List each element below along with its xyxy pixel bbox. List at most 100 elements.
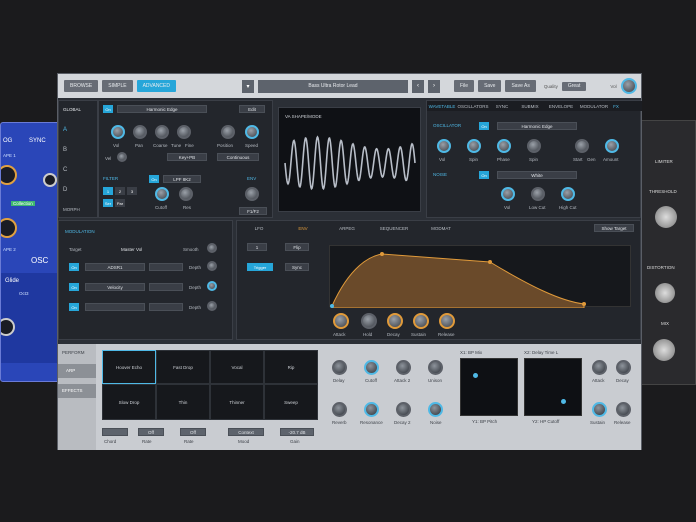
env-sustain-knob[interactable] (413, 313, 429, 329)
tab-simple[interactable]: SIMPLE (102, 80, 133, 92)
tab-modmat[interactable]: MODMAT (419, 221, 463, 235)
osc-a-filter-ser[interactable]: Ser (103, 199, 113, 207)
osc-detail-amount-knob[interactable] (605, 139, 619, 153)
pad-vocal[interactable]: Vocal (210, 350, 264, 384)
mod-row-1-source[interactable]: ADSR1 (85, 263, 145, 271)
mod-row-1-depth-knob[interactable] (207, 261, 217, 271)
tab-perform[interactable]: PERFORM (62, 350, 85, 355)
pad-hoover-echo[interactable]: Hoover Echo (102, 350, 156, 384)
osc-a-env-select[interactable]: F1/F2 (239, 207, 267, 215)
osc-detail-start-knob[interactable] (575, 139, 589, 153)
tab-submix[interactable]: SUBMIX (515, 101, 545, 111)
tab-sequencer[interactable]: SEQUENCER (369, 221, 419, 235)
osc-detail-spin2-knob[interactable] (527, 139, 541, 153)
mod-row-1-via[interactable] (149, 263, 183, 271)
tab-arpeg[interactable]: ARPEG (325, 221, 369, 235)
osc-a-speed-knob[interactable] (245, 125, 259, 139)
mod-row-3-via[interactable] (149, 303, 183, 311)
oscillator-on-toggle[interactable]: On (479, 122, 489, 130)
osc-a-edit-button[interactable]: Edit (239, 105, 265, 113)
mod-row-2-on[interactable]: On (69, 283, 79, 291)
tab-modulator[interactable]: MODULATOR (577, 101, 611, 111)
selector-mood[interactable]: Context (228, 428, 264, 436)
osc-detail-spin-knob[interactable] (467, 139, 481, 153)
osc-a-filter-type-select[interactable]: LPF 8K2 (163, 175, 201, 183)
sidebar-item-a[interactable]: A (63, 127, 67, 133)
tab-advanced[interactable]: ADVANCED (136, 80, 176, 92)
osc-a-fine-knob[interactable] (177, 125, 191, 139)
noise-highcut-knob[interactable] (561, 187, 575, 201)
save-button[interactable]: Save (478, 80, 502, 92)
pad-thin[interactable]: Thin (156, 384, 210, 420)
selector-chord[interactable] (102, 428, 128, 436)
xy-pad-2[interactable] (524, 358, 582, 416)
selector-gain[interactable]: -20.7 dB (280, 428, 314, 436)
sidebar-item-global[interactable]: GLOBAL (63, 107, 81, 112)
mod-row-2-source[interactable]: Velocity (85, 283, 145, 291)
next-patch-icon[interactable]: › (428, 79, 440, 93)
sidebar-item-morph[interactable]: MORPH (63, 207, 80, 212)
tab-browse[interactable]: BROWSE (64, 80, 99, 92)
prev-patch-icon[interactable]: ‹ (412, 79, 424, 93)
osc-a-vel-knob[interactable] (117, 152, 127, 162)
patch-name-display[interactable]: Bass Ultra Rotor Lead (258, 79, 408, 93)
osc-a-key-mode-select[interactable]: Key+PB (167, 153, 207, 161)
tab-effects[interactable]: EFFECTS (62, 388, 83, 393)
osc-a-filter-on-toggle[interactable]: On (149, 175, 159, 183)
tab-lfo[interactable]: LFO (237, 221, 281, 235)
osc-a-cutoff-knob[interactable] (155, 187, 169, 201)
fx-reverb-knob[interactable] (332, 402, 347, 417)
env-flip-button[interactable]: Flip (285, 243, 309, 251)
noise-type-select[interactable]: White (497, 171, 577, 179)
osc-a-cont-mode-select[interactable]: Continuous (217, 153, 259, 161)
env-sync-button[interactable]: Sync (285, 263, 309, 271)
osc-a-vol-knob[interactable] (111, 125, 125, 139)
osc-a-position-knob[interactable] (221, 125, 235, 139)
tab-wavetable[interactable]: WAVETABLE (427, 101, 457, 111)
patch-prev-dropdown-icon[interactable]: ▾ (242, 79, 254, 93)
env-number-select[interactable]: 1 (247, 243, 267, 251)
modulation-target-value[interactable]: Master Vol (121, 247, 142, 252)
env-hold-knob[interactable] (361, 313, 377, 329)
file-button[interactable]: File (454, 80, 475, 92)
mod-row-3-source[interactable] (85, 303, 145, 311)
osc-a-env-knob[interactable] (245, 187, 259, 201)
sidebar-item-c[interactable]: C (63, 167, 67, 173)
osc-a-pan-knob[interactable] (133, 125, 147, 139)
fx-attack2-knob[interactable] (396, 360, 411, 375)
pad-slow-drop[interactable]: Slow Drop (102, 384, 156, 420)
xy-pad-1[interactable] (460, 358, 518, 416)
oscillator-mode-select[interactable]: Harmonic Edge (497, 122, 577, 130)
selector-rate-2[interactable]: Off (180, 428, 206, 436)
show-target-button[interactable]: Show Target (594, 224, 634, 232)
env-attack-knob[interactable] (333, 313, 349, 329)
pad-fast-drop[interactable]: Fast Drop (156, 350, 210, 384)
selector-rate-1[interactable]: Off (138, 428, 164, 436)
amp-decay-knob[interactable] (616, 360, 631, 375)
tab-envelope[interactable]: ENVELOPE (545, 101, 577, 111)
osc-a-filter-par[interactable]: Par (115, 199, 125, 207)
osc-a-filter-slot-2[interactable]: 2 (115, 187, 125, 195)
osc-a-mode-select[interactable]: Harmonic Edge (117, 105, 207, 113)
fx-noise-knob[interactable] (428, 402, 443, 417)
fx-cutoff-knob[interactable] (364, 360, 379, 375)
save-as-button[interactable]: Save As (505, 80, 536, 92)
sidebar-item-d[interactable]: D (63, 187, 67, 193)
pad-sweep[interactable]: Sweep (264, 384, 318, 420)
noise-on-toggle[interactable]: On (479, 171, 489, 179)
amp-sustain-knob[interactable] (592, 402, 607, 417)
env-decay-knob[interactable] (387, 313, 403, 329)
osc-a-filter-slot-1[interactable]: 1 (103, 187, 113, 195)
envelope-graph[interactable] (329, 245, 631, 308)
mod-row-3-depth-knob[interactable] (207, 301, 217, 311)
amp-attack-knob[interactable] (592, 360, 607, 375)
osc-a-res-knob[interactable] (179, 187, 193, 201)
osc-a-coarse-knob[interactable] (155, 125, 169, 139)
env-trigger-button[interactable]: Trigger (247, 263, 273, 271)
noise-vol-knob[interactable] (501, 187, 515, 201)
tab-sync[interactable]: SYNC (489, 101, 515, 111)
fx-decay2-knob[interactable] (396, 402, 411, 417)
mod-row-1-on[interactable]: On (69, 263, 79, 271)
pad-rip[interactable]: Rip (264, 350, 318, 384)
tab-fx[interactable]: FX (611, 101, 621, 111)
